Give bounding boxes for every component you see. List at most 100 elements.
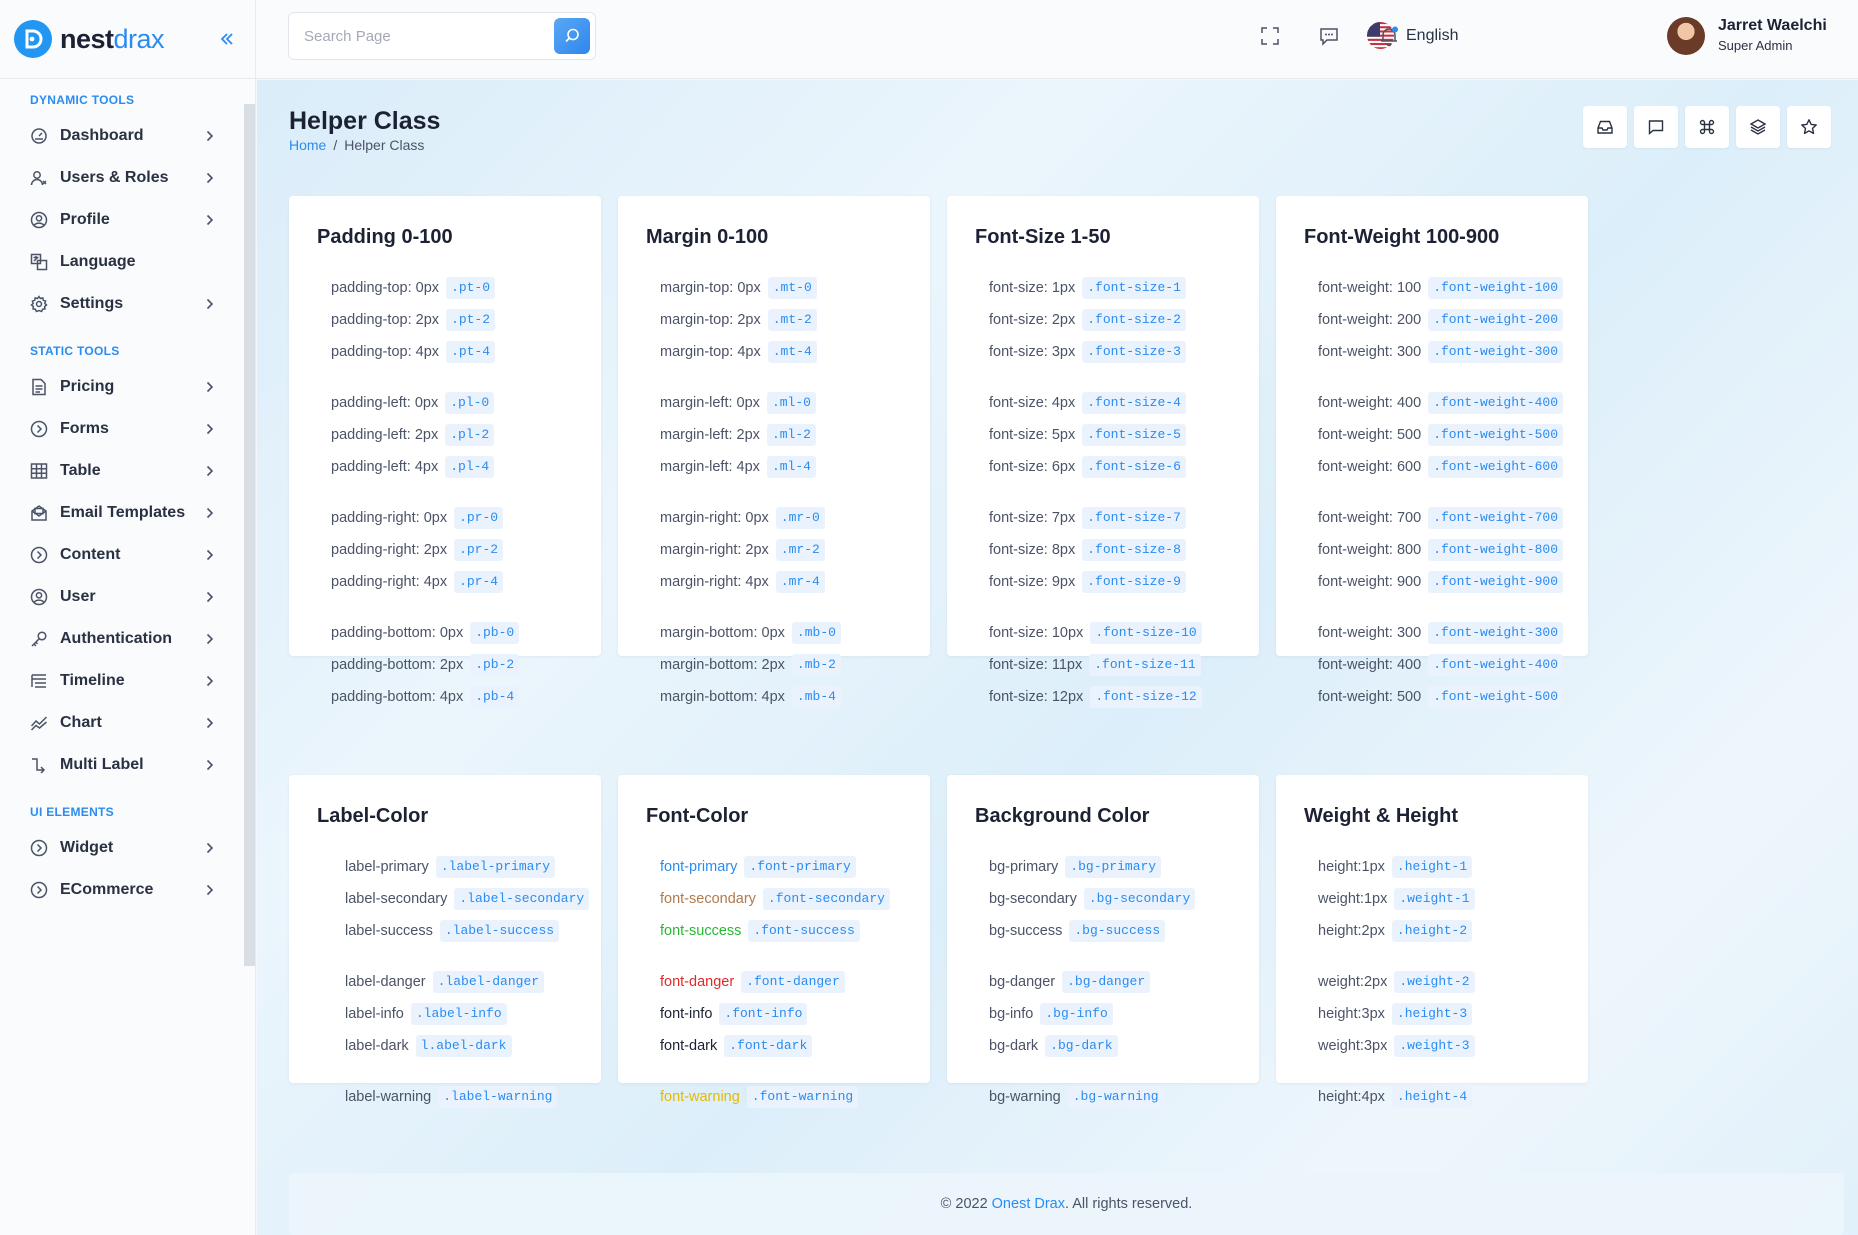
helper-class-code[interactable]: .pb-0 (470, 622, 520, 644)
helper-class-code[interactable]: .font-weight-400 (1428, 654, 1564, 676)
user-name[interactable]: Jarret Waelchi (1718, 17, 1827, 35)
helper-class-code[interactable]: .pt-4 (446, 341, 496, 363)
helper-class-code[interactable]: .font-size-2 (1082, 309, 1186, 331)
helper-class-code[interactable]: .label-warning (438, 1086, 558, 1108)
helper-class-code[interactable]: .font-size-5 (1082, 424, 1186, 446)
helper-class-code[interactable]: .height-1 (1391, 856, 1473, 878)
helper-class-code[interactable]: .weight-2 (1394, 971, 1475, 993)
helper-class-code[interactable]: .font-size-1 (1082, 277, 1186, 299)
helper-class-code[interactable]: .font-weight-400 (1428, 392, 1564, 414)
helper-class-code[interactable]: .font-primary (744, 856, 856, 878)
sidebar-item-table[interactable]: Table (0, 450, 244, 492)
helper-class-code[interactable]: .font-weight-300 (1428, 341, 1564, 363)
footer-brand-link[interactable]: Onest Drax (992, 1196, 1065, 1212)
helper-class-code[interactable]: .label-success (439, 920, 560, 942)
helper-class-code[interactable]: .mt-0 (767, 277, 817, 299)
helper-class-code[interactable]: .bg-info (1040, 1003, 1113, 1025)
helper-class-code[interactable]: .font-weight-200 (1428, 309, 1564, 331)
helper-class-code[interactable]: .font-weight-500 (1428, 686, 1564, 708)
helper-class-code[interactable]: .mt-4 (767, 341, 817, 363)
sidebar-item-chart[interactable]: Chart (0, 702, 244, 744)
helper-class-code[interactable]: .mb-4 (791, 686, 841, 708)
helper-class-code[interactable]: .ml-4 (766, 456, 816, 478)
helper-class-code[interactable]: .font-size-6 (1082, 456, 1186, 478)
sidebar-item-users-roles[interactable]: Users & Roles (0, 157, 244, 199)
sidebar-item-timeline[interactable]: Timeline (0, 660, 244, 702)
helper-class-code[interactable]: .font-danger (741, 971, 845, 993)
helper-class-code[interactable]: .mr-2 (775, 539, 825, 561)
bell-icon[interactable] (1377, 24, 1401, 48)
sidebar-item-widget[interactable]: Widget (0, 827, 244, 869)
inbox-button[interactable] (1583, 106, 1627, 148)
helper-class-code[interactable]: .label-danger (432, 971, 545, 993)
helper-class-code[interactable]: .font-weight-300 (1428, 622, 1564, 644)
helper-class-code[interactable]: .weight-1 (1394, 888, 1475, 910)
sidebar-item-pricing[interactable]: Pricing (0, 366, 244, 408)
command-button[interactable] (1685, 106, 1729, 148)
helper-class-code[interactable]: .font-weight-900 (1428, 571, 1564, 593)
helper-class-code[interactable]: .bg-danger (1062, 971, 1151, 993)
helper-class-code[interactable]: .font-size-4 (1082, 392, 1186, 414)
helper-class-code[interactable]: .mb-2 (791, 654, 841, 676)
helper-class-code[interactable]: .pr-0 (454, 507, 504, 529)
helper-class-code[interactable]: .font-size-9 (1082, 571, 1186, 593)
helper-class-code[interactable]: .bg-dark (1045, 1035, 1118, 1057)
helper-class-code[interactable]: .height-3 (1391, 1003, 1473, 1025)
helper-class-code[interactable]: .bg-warning (1067, 1086, 1164, 1108)
helper-class-code[interactable]: .font-weight-100 (1428, 277, 1564, 299)
helper-class-code[interactable]: .label-info (410, 1003, 507, 1025)
helper-class-code[interactable]: .font-success (748, 920, 860, 942)
helper-class-code[interactable]: .pl-0 (445, 392, 495, 414)
sidebar-item-user[interactable]: User (0, 576, 244, 618)
helper-class-code[interactable]: .mr-0 (775, 507, 825, 529)
collapse-sidebar-icon[interactable] (215, 27, 239, 51)
helper-class-code[interactable]: .pb-4 (470, 686, 520, 708)
helper-class-code[interactable]: .font-weight-600 (1428, 456, 1564, 478)
search-button[interactable] (554, 18, 590, 54)
sidebar-item-authentication[interactable]: Authentication (0, 618, 244, 660)
helper-class-code[interactable]: .bg-primary (1065, 856, 1162, 878)
brand-logo-icon[interactable] (14, 20, 52, 58)
helper-class-code[interactable]: .pl-2 (445, 424, 495, 446)
helper-class-code[interactable]: .label-primary (435, 856, 556, 878)
sidebar-item-settings[interactable]: Settings (0, 283, 244, 325)
fullscreen-icon[interactable] (1258, 24, 1282, 48)
helper-class-code[interactable]: .font-weight-700 (1428, 507, 1564, 529)
helper-class-code[interactable]: .pr-4 (454, 571, 504, 593)
helper-class-code[interactable]: .bg-secondary (1083, 888, 1196, 910)
helper-class-code[interactable]: .font-size-3 (1082, 341, 1186, 363)
helper-class-code[interactable]: .font-size-8 (1082, 539, 1186, 561)
helper-class-code[interactable]: .font-weight-800 (1428, 539, 1564, 561)
helper-class-code[interactable]: .font-size-12 (1090, 686, 1202, 708)
helper-class-code[interactable]: .font-weight-500 (1428, 424, 1564, 446)
sidebar-scrollbar[interactable] (244, 104, 255, 966)
helper-class-code[interactable]: .label-secondary (454, 888, 590, 910)
helper-class-code[interactable]: .font-secondary (762, 888, 890, 910)
helper-class-code[interactable]: .pt-2 (446, 309, 496, 331)
helper-class-code[interactable]: .mt-2 (767, 309, 817, 331)
helper-class-code[interactable]: l.abel-dark (415, 1035, 512, 1057)
search-input[interactable] (289, 13, 549, 59)
helper-class-code[interactable]: .font-warning (746, 1086, 859, 1108)
avatar[interactable] (1667, 17, 1705, 55)
helper-class-code[interactable]: .pb-2 (470, 654, 520, 676)
sidebar-item-ecommerce[interactable]: ECommerce (0, 869, 244, 911)
layers-button[interactable] (1736, 106, 1780, 148)
breadcrumb-home[interactable]: Home (289, 137, 326, 153)
helper-class-code[interactable]: .font-size-7 (1082, 507, 1186, 529)
helper-class-code[interactable]: .ml-0 (766, 392, 816, 414)
sidebar-item-content[interactable]: Content (0, 534, 244, 576)
helper-class-code[interactable]: .height-2 (1391, 920, 1473, 942)
helper-class-code[interactable]: .mr-4 (775, 571, 825, 593)
star-button[interactable] (1787, 106, 1831, 148)
message-icon[interactable] (1317, 24, 1341, 48)
helper-class-code[interactable]: .mb-0 (791, 622, 841, 644)
helper-class-code[interactable]: .weight-3 (1394, 1035, 1475, 1057)
sidebar-item-language[interactable]: Language (0, 241, 244, 283)
helper-class-code[interactable]: .pt-0 (446, 277, 496, 299)
helper-class-code[interactable]: .font-info (719, 1003, 808, 1025)
sidebar-item-multi-label[interactable]: Multi Label (0, 744, 244, 786)
sidebar-item-dashboard[interactable]: Dashboard (0, 115, 244, 157)
helper-class-code[interactable]: .bg-success (1069, 920, 1166, 942)
helper-class-code[interactable]: .height-4 (1391, 1086, 1473, 1108)
